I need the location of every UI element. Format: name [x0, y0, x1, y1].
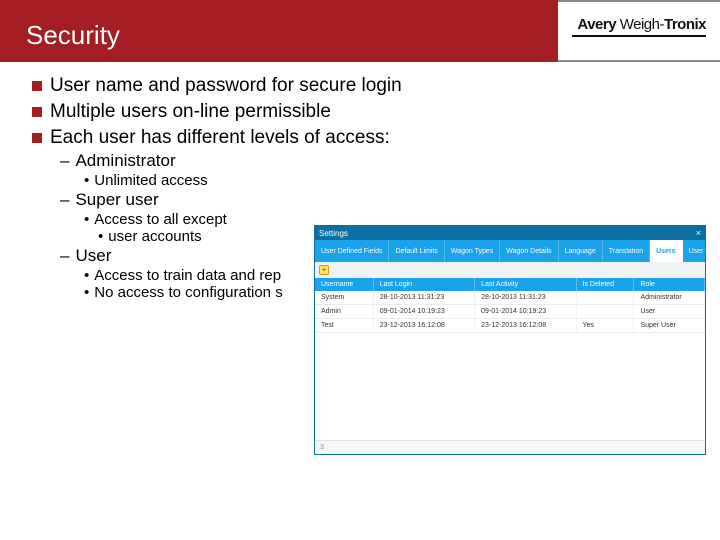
toolbar: +: [315, 262, 705, 278]
bullet-text: User: [75, 246, 111, 266]
cell-is-deleted: [576, 291, 634, 305]
tab-wagon-details[interactable]: Wagon Details: [500, 240, 558, 262]
square-bullet-icon: [32, 133, 42, 143]
col-is-deleted[interactable]: Is Deleted: [576, 278, 634, 291]
bullet-text: Administrator: [75, 151, 175, 171]
bullet-l1: User name and password for secure login: [32, 74, 688, 98]
cell-last-activity: 09-01-2014 10:19:23: [475, 305, 576, 319]
bullet-text: Unlimited access: [94, 172, 207, 189]
page-title: Security: [26, 20, 120, 51]
bullet-text: Multiple users on-line permissible: [50, 100, 331, 124]
bullet-l1: Each user has different levels of access…: [32, 126, 688, 150]
dot-bullet-icon: •: [84, 267, 89, 284]
header-divider: [558, 60, 720, 62]
cell-role: Super User: [634, 319, 705, 333]
table-row[interactable]: System 28-10-2013 11:31:23 28-10-2013 11…: [315, 291, 705, 305]
bullet-l2-super: –Super user: [60, 190, 688, 210]
table-row[interactable]: Test 23-12-2013 16:12:08 23-12-2013 16:1…: [315, 319, 705, 333]
dot-bullet-icon: •: [84, 172, 89, 189]
tab-strip: User Defined Fields Default Limits Wagon…: [315, 240, 705, 262]
bullet-text: Access to train data and rep: [94, 267, 281, 284]
table-header-row: Username Last Login Last Activity Is Del…: [315, 278, 705, 291]
brand-part1: Avery: [577, 16, 619, 33]
tab-user-defined-fields[interactable]: User Defined Fields: [315, 240, 389, 262]
bullet-l1: Multiple users on-line permissible: [32, 100, 688, 124]
bullet-text: Access to all except: [94, 211, 227, 228]
brand-part2: Weigh-: [620, 16, 664, 33]
cell-role: Administrator: [634, 291, 705, 305]
brand-underline: [572, 35, 706, 37]
dash-bullet-icon: –: [60, 246, 69, 266]
dash-bullet-icon: –: [60, 190, 69, 210]
bullet-text: Each user has different levels of access…: [50, 126, 390, 150]
bullet-text: User name and password for secure login: [50, 74, 402, 98]
tab-user-login-history[interactable]: User Login History: [683, 240, 720, 262]
cell-is-deleted: [576, 305, 634, 319]
dot-bullet-icon: •: [84, 284, 89, 301]
cell-username: Test: [315, 319, 373, 333]
window-title: Settings: [319, 229, 348, 238]
dash-bullet-icon: –: [60, 151, 69, 171]
square-bullet-icon: [32, 81, 42, 91]
tab-translation[interactable]: Translation: [603, 240, 650, 262]
settings-window: Settings × User Defined Fields Default L…: [314, 225, 706, 455]
cell-last-login: 09-01-2014 10:19:23: [373, 305, 474, 319]
cell-last-login: 28-10-2013 11:31:23: [373, 291, 474, 305]
tab-users[interactable]: Users: [650, 240, 682, 262]
bullet-l3: • Unlimited access: [84, 172, 688, 189]
tab-default-limits[interactable]: Default Limits: [389, 240, 444, 262]
window-titlebar[interactable]: Settings ×: [315, 226, 705, 240]
table-row[interactable]: Admin 09-01-2014 10:19:23 09-01-2014 10:…: [315, 305, 705, 319]
col-role[interactable]: Role: [634, 278, 705, 291]
cell-username: Admin: [315, 305, 373, 319]
record-count: 3: [320, 444, 324, 451]
close-icon[interactable]: ×: [696, 228, 701, 238]
cell-last-activity: 28-10-2013 11:31:23: [475, 291, 576, 305]
brand-part3: Tronix: [664, 16, 706, 33]
cell-username: System: [315, 291, 373, 305]
col-last-login[interactable]: Last Login: [373, 278, 474, 291]
tab-language[interactable]: Language: [559, 240, 603, 262]
dot-bullet-icon: •: [84, 211, 89, 228]
tab-wagon-types[interactable]: Wagon Types: [445, 240, 500, 262]
bullet-l2-admin: –Administrator: [60, 151, 688, 171]
col-last-activity[interactable]: Last Activity: [475, 278, 576, 291]
add-user-button[interactable]: +: [319, 265, 329, 275]
slide-header: Security Avery Weigh-Tronix: [0, 0, 720, 62]
cell-is-deleted: Yes: [576, 319, 634, 333]
bullet-text: Super user: [75, 190, 158, 210]
bullet-text: user accounts: [108, 228, 201, 245]
cell-last-activity: 23-12-2013 16:12:08: [475, 319, 576, 333]
statusbar: 3: [315, 440, 705, 454]
cell-role: User: [634, 305, 705, 319]
dot-bullet-icon: •: [98, 228, 103, 245]
users-table: Username Last Login Last Activity Is Del…: [315, 278, 705, 333]
bullet-text: No access to configuration s: [94, 284, 282, 301]
cell-last-login: 23-12-2013 16:12:08: [373, 319, 474, 333]
col-username[interactable]: Username: [315, 278, 373, 291]
square-bullet-icon: [32, 107, 42, 117]
brand-wordmark: Avery Weigh-Tronix: [577, 16, 706, 33]
